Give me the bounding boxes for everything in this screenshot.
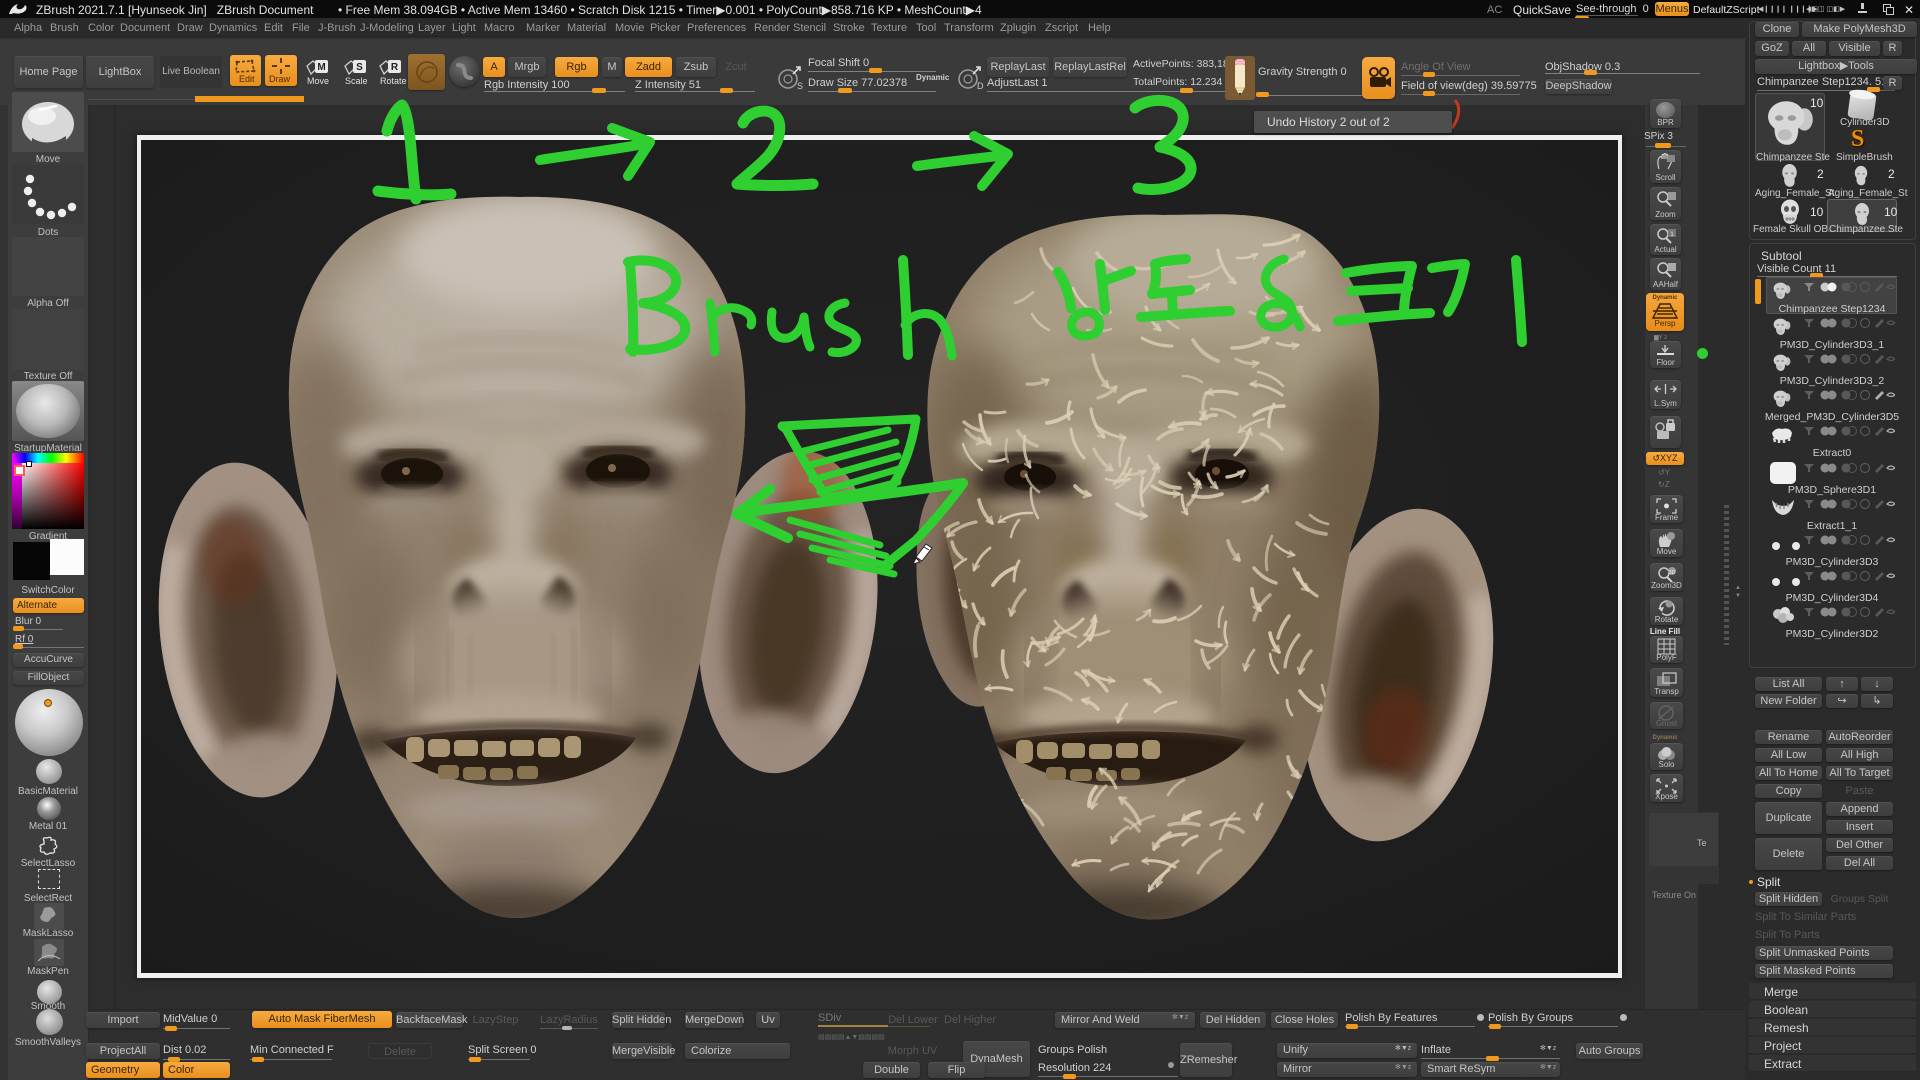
svg-text:S: S [356, 62, 363, 73]
svg-text:M: M [317, 62, 325, 73]
svg-text:D: D [977, 81, 984, 91]
svg-text:3D: 3D [1669, 570, 1676, 576]
svg-text:R: R [391, 62, 399, 73]
svg-text:S: S [797, 81, 803, 91]
